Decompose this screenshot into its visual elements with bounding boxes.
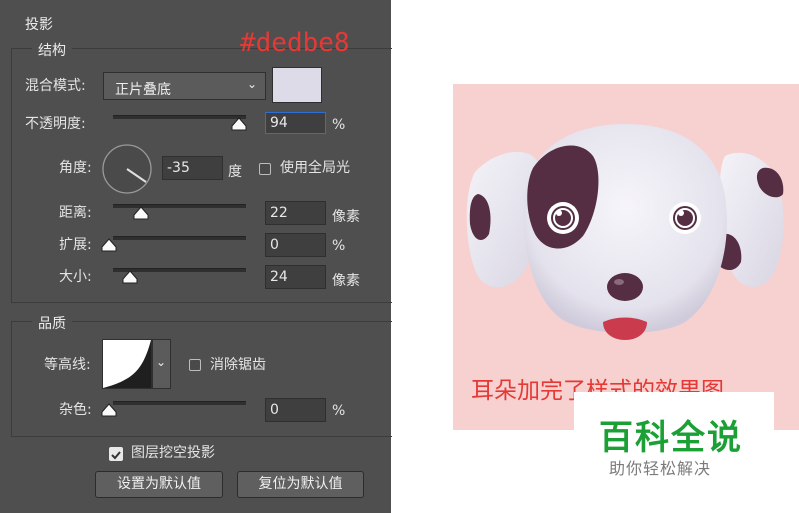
section-title-drop-shadow: 投影 [25, 17, 53, 33]
opacity-slider-track[interactable] [113, 115, 246, 119]
dog-illustration: 耳朵加完了样式的效果图 [453, 84, 799, 430]
contour-label: 等高线: [44, 357, 91, 373]
checkmark-icon [111, 451, 121, 460]
noise-unit: % [332, 403, 346, 419]
set-default-button[interactable]: 设置为默认值 [95, 471, 223, 498]
blend-mode-label: 混合模式: [25, 78, 86, 94]
opacity-input[interactable]: 94 [265, 112, 326, 134]
opacity-label: 不透明度: [25, 116, 86, 132]
contour-preview[interactable] [102, 339, 152, 389]
layer-style-panel: 投影 结构 #dedbe8 混合模式: 正片叠底 ⌄ 不透明度: 94 % 角度… [0, 0, 392, 513]
angle-unit: 度 [228, 164, 242, 180]
distance-label: 距离: [59, 205, 92, 221]
angle-input[interactable]: -35 [162, 156, 223, 180]
global-light-label: 使用全局光 [280, 160, 350, 176]
global-light-checkbox[interactable] [259, 163, 271, 175]
angle-label: 角度: [59, 160, 92, 176]
watermark: 百科全说 助你轻松解决 [574, 392, 774, 480]
noise-input[interactable]: 0 [265, 398, 326, 422]
spread-slider-track[interactable] [113, 236, 246, 240]
chevron-down-icon: ⌄ [246, 77, 257, 91]
spread-unit: % [332, 238, 346, 254]
color-hex-annotation: #dedbe8 [240, 28, 350, 58]
antialias-label: 消除锯齿 [210, 357, 266, 373]
antialias-checkbox[interactable] [189, 359, 201, 371]
blend-mode-value: 正片叠底 [115, 82, 171, 98]
reset-default-button[interactable]: 复位为默认值 [237, 471, 364, 498]
watermark-brand: 百科全说 [599, 418, 743, 458]
angle-dial[interactable] [101, 143, 153, 195]
knockout-label: 图层挖空投影 [131, 445, 215, 461]
chevron-down-icon: ⌄ [156, 355, 167, 369]
knockout-checkbox[interactable] [109, 447, 123, 461]
quality-group [11, 321, 392, 437]
size-input[interactable]: 24 [265, 265, 326, 289]
structure-heading: 结构 [32, 40, 72, 60]
distance-unit: 像素 [332, 209, 360, 225]
spread-input[interactable]: 0 [265, 233, 326, 257]
size-label: 大小: [59, 269, 92, 285]
blend-mode-select[interactable]: 正片叠底 ⌄ [103, 72, 266, 100]
noise-slider-track[interactable] [113, 401, 246, 405]
shadow-color-swatch[interactable] [272, 67, 322, 103]
opacity-unit: % [332, 117, 346, 133]
spread-label: 扩展: [59, 237, 92, 253]
noise-label: 杂色: [59, 402, 92, 418]
distance-input[interactable]: 22 [265, 201, 326, 225]
contour-curve-icon [103, 340, 151, 388]
watermark-slogan: 助你轻松解决 [609, 459, 712, 478]
contour-dropdown[interactable]: ⌄ [152, 339, 171, 389]
quality-heading: 品质 [32, 313, 72, 333]
size-unit: 像素 [332, 273, 360, 289]
